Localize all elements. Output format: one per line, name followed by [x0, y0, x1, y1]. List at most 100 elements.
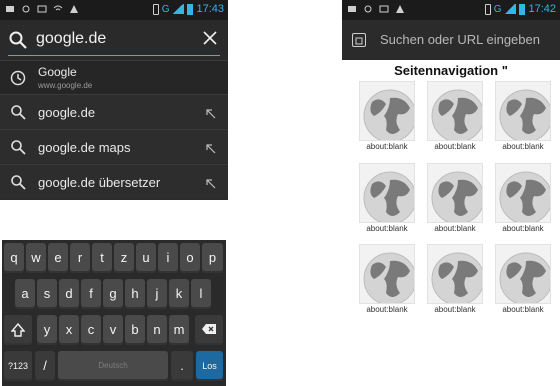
- history-icon: [10, 70, 26, 86]
- globe-icon: [499, 252, 550, 303]
- shift-key[interactable]: [4, 315, 32, 345]
- key[interactable]: c: [81, 315, 101, 345]
- globe-icon: [431, 171, 482, 222]
- key[interactable]: k: [169, 279, 189, 309]
- thumbnail-item[interactable]: about:blank: [495, 163, 551, 233]
- key[interactable]: m: [169, 315, 189, 345]
- notification-icon: [5, 4, 15, 14]
- thumbnail-label: about:blank: [502, 224, 544, 233]
- key[interactable]: t: [92, 243, 112, 273]
- thumbnail-preview: [495, 244, 551, 304]
- key[interactable]: b: [125, 315, 145, 345]
- key[interactable]: d: [59, 279, 79, 309]
- thumbnail-item[interactable]: about:blank: [427, 244, 483, 314]
- suggestion-item[interactable]: google.de maps: [0, 129, 228, 163]
- key[interactable]: u: [136, 243, 156, 273]
- notification-icon: [347, 4, 357, 14]
- usb-icon: [21, 4, 31, 14]
- key[interactable]: o: [180, 243, 200, 273]
- thumbnail-item[interactable]: about:blank: [427, 163, 483, 233]
- thumbnail-item[interactable]: about:blank: [427, 81, 483, 151]
- suggestion-item-history[interactable]: Google www.google.de: [0, 60, 228, 94]
- thumbnail-item[interactable]: about:blank: [495, 81, 551, 151]
- thumbnail-label: about:blank: [434, 224, 476, 233]
- key[interactable]: h: [125, 279, 145, 309]
- key[interactable]: f: [81, 279, 101, 309]
- backspace-key[interactable]: [195, 315, 223, 345]
- warning-icon: [395, 4, 405, 14]
- shift-icon: [10, 322, 26, 337]
- page-title: Seitennavigation ": [394, 63, 508, 78]
- signal-icon: [172, 4, 185, 14]
- thumbnail-preview: [359, 81, 415, 141]
- globe-icon: [363, 171, 414, 222]
- thumbnail-item[interactable]: about:blank: [359, 81, 415, 151]
- battery-icon: [187, 3, 194, 15]
- thumbnail-label: about:blank: [366, 142, 408, 151]
- suggestion-item[interactable]: google.de übersetzer: [0, 164, 228, 198]
- url-input-placeholder[interactable]: Suchen oder URL eingeben: [380, 32, 540, 47]
- clear-icon[interactable]: [202, 30, 218, 46]
- keyboard-row-3: y x c v b n m: [2, 312, 226, 348]
- url-bar[interactable]: google.de: [0, 20, 228, 60]
- key[interactable]: y: [37, 315, 57, 345]
- key[interactable]: r: [70, 243, 90, 273]
- thumbnail-item[interactable]: about:blank: [359, 244, 415, 314]
- thumbnail-preview: [495, 81, 551, 141]
- key[interactable]: l: [191, 279, 211, 309]
- url-bar[interactable]: Suchen oder URL eingeben: [342, 20, 560, 60]
- symbols-key[interactable]: ?123: [4, 351, 32, 381]
- suggestion-text: google.de übersetzer: [38, 175, 161, 190]
- thumbnail-preview: [427, 244, 483, 304]
- key[interactable]: w: [26, 243, 46, 273]
- period-key[interactable]: .: [171, 351, 193, 381]
- key[interactable]: p: [202, 243, 223, 273]
- thumbnail-preview: [427, 163, 483, 223]
- thumbnail-label: about:blank: [366, 305, 408, 314]
- tabs-icon[interactable]: [352, 33, 366, 47]
- slash-key[interactable]: /: [35, 351, 55, 381]
- arrow-up-left-icon[interactable]: [206, 141, 216, 154]
- right-phone-screen: G 17:42 Suchen oder URL eingeben Seitenn…: [342, 0, 560, 386]
- url-input[interactable]: google.de: [36, 30, 106, 48]
- space-key[interactable]: Deutsch: [58, 351, 168, 381]
- key[interactable]: q: [4, 243, 24, 273]
- key[interactable]: n: [147, 315, 167, 345]
- input-underline: [8, 55, 220, 56]
- suggestion-text: google.de: [38, 105, 96, 120]
- key[interactable]: j: [147, 279, 167, 309]
- globe-icon: [363, 89, 414, 140]
- wifi-icon: [53, 4, 63, 14]
- suggestion-title: Google: [38, 65, 77, 79]
- vibrate-icon: [484, 3, 491, 15]
- image-icon: [37, 4, 47, 14]
- key[interactable]: z: [114, 243, 134, 273]
- search-icon: [10, 174, 26, 190]
- left-phone-screen: G 17:43 google.de Google www.google.de g…: [0, 0, 228, 386]
- keyboard-row-2: a s d f g h j k l: [2, 276, 226, 312]
- key[interactable]: v: [103, 315, 123, 345]
- arrow-up-left-icon[interactable]: [206, 106, 216, 119]
- status-time: 17:42: [528, 3, 556, 15]
- key[interactable]: x: [59, 315, 79, 345]
- signal-icon: [504, 4, 517, 14]
- key[interactable]: s: [37, 279, 57, 309]
- key[interactable]: i: [158, 243, 178, 273]
- vibrate-icon: [152, 3, 159, 15]
- status-bar: G 17:43: [0, 0, 228, 20]
- key[interactable]: g: [103, 279, 123, 309]
- suggestion-item[interactable]: google.de: [0, 94, 228, 128]
- thumbnail-item[interactable]: about:blank: [359, 163, 415, 233]
- globe-icon: [431, 252, 482, 303]
- status-bar: G 17:42: [342, 0, 560, 20]
- globe-icon: [363, 252, 414, 303]
- thumbnail-item[interactable]: about:blank: [495, 244, 551, 314]
- keyboard-row-4: ?123 / Deutsch . Los: [2, 348, 226, 384]
- key[interactable]: a: [15, 279, 35, 309]
- arrow-up-left-icon[interactable]: [206, 176, 216, 189]
- key[interactable]: e: [48, 243, 68, 273]
- thumbnail-preview: [495, 163, 551, 223]
- go-key[interactable]: Los: [196, 351, 223, 381]
- thumbnail-label: about:blank: [366, 224, 408, 233]
- search-icon: [10, 104, 26, 120]
